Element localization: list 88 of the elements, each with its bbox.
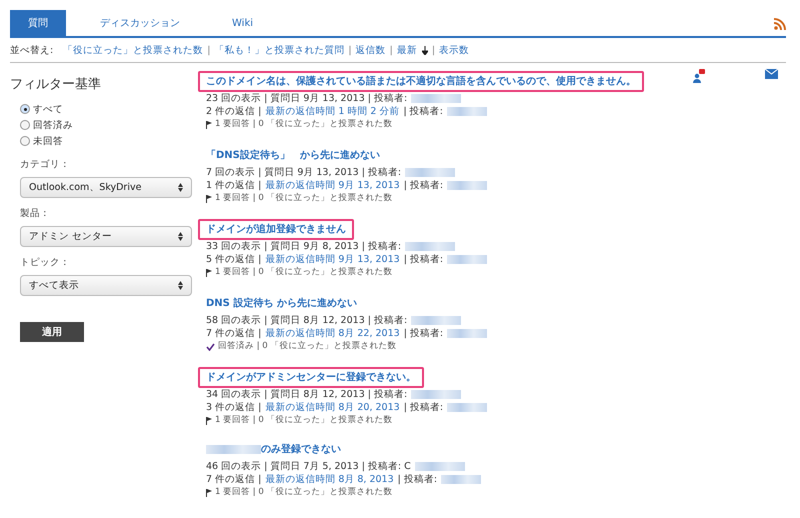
question-meta: 7 回の表示 | 質問日 9月 13, 2013 | 投稿者:	[206, 166, 402, 179]
sort-link[interactable]: 最新	[396, 44, 428, 56]
dropdown[interactable]: アドミン センター	[20, 226, 192, 247]
select-label: カテゴリ：	[20, 158, 71, 171]
flag-icon	[206, 194, 212, 202]
mail-icon[interactable]	[765, 69, 778, 79]
latest-reply-link[interactable]: 最新の返信時間 8月 8, 2013	[265, 473, 394, 486]
question-title-link[interactable]: DNS 設定待ち から先に進めない	[198, 293, 365, 314]
sort-down-icon	[422, 46, 428, 54]
question-meta: 34 回の表示 | 質問日 8月 12, 2013 | 投稿者:	[206, 388, 408, 401]
reply-count: 7 件の返信 |	[206, 327, 262, 340]
flag-icon	[206, 416, 212, 424]
tab[interactable]: ディスカッション	[82, 10, 198, 36]
radio-button[interactable]	[20, 136, 30, 146]
blurred-name	[414, 462, 465, 471]
sort-label: 並べ替え:	[10, 44, 54, 56]
flag-icon	[206, 120, 212, 128]
question-title-link[interactable]: ドメインが追加登録できません	[198, 219, 354, 240]
tab[interactable]: Wiki	[214, 10, 272, 36]
blurred-name	[411, 316, 462, 325]
sort-link[interactable]: 「私も！」と投票された質問	[214, 44, 344, 56]
question-meta: 33 回の表示 | 質問日 9月 8, 2013 | 投稿者:	[206, 240, 402, 253]
question-title-link[interactable]: このドメイン名は、保護されている語または不適切な言語を含んでいるので、使用できません。	[198, 71, 644, 92]
tab[interactable]: 質問	[10, 10, 66, 36]
question-title-link[interactable]: 「DNS設定待ち」 から先に進めない	[198, 145, 388, 166]
latest-reply-link[interactable]: 最新の返信時間 8月 20, 2013	[265, 401, 400, 414]
checkmark-icon	[206, 342, 215, 350]
reply-author-label: | 投稿者:	[398, 473, 438, 486]
status-text: 1 要回答 | 0 「役に立った」と投票された数	[215, 192, 392, 205]
question-meta: 23 回の表示 | 質問日 9月 13, 2013 | 投稿者:	[206, 92, 408, 105]
blurred-name	[447, 403, 488, 412]
question-title-link[interactable]: ドメインがアドミンセンターに登録できない。	[198, 367, 424, 388]
status-text: 1 要回答 | 0 「役に立った」と投票された数	[215, 118, 392, 131]
status-text: 1 要回答 | 0 「役に立った」と投票された数	[215, 414, 392, 427]
blurred-name	[447, 329, 488, 338]
question-title-link[interactable]: のみ登録できない	[198, 439, 349, 460]
reply-author-label: | 投稿者:	[404, 179, 444, 192]
separator: |	[348, 44, 352, 56]
blurred-name	[411, 390, 462, 399]
radio-button[interactable]	[20, 104, 30, 114]
select-label: 製品：	[20, 207, 51, 220]
separator: |	[432, 44, 436, 56]
blurred-name	[405, 242, 456, 251]
question-meta: 58 回の表示 | 質問日 8月 12, 2013 | 投稿者:	[206, 314, 408, 327]
flag-icon	[206, 488, 212, 496]
updown-arrows-icon	[178, 232, 183, 241]
radio-label: すべて	[33, 102, 63, 116]
blurred-name	[441, 475, 482, 484]
sort-link[interactable]: 「役に立った」と投票された数	[63, 44, 204, 56]
dropdown[interactable]: すべて表示	[20, 275, 192, 296]
separator: |	[207, 44, 210, 56]
apply-button[interactable]: 適用	[20, 322, 84, 342]
blurred-name	[447, 255, 488, 264]
sort-link[interactable]: 表示数	[439, 44, 470, 56]
radio-label: 回答済み	[33, 118, 73, 132]
blurred-name	[447, 181, 488, 190]
dropdown[interactable]: Outlook.com、SkyDrive	[20, 177, 192, 198]
reply-author-label: | 投稿者:	[403, 105, 443, 118]
filter-heading: フィルター基準	[10, 76, 102, 93]
reply-author-label: | 投稿者:	[404, 253, 444, 266]
latest-reply-link[interactable]: 最新の返信時間 9月 13, 2013	[265, 253, 400, 266]
reply-count: 2 件の返信 |	[206, 105, 262, 118]
reply-count: 1 件の返信 |	[206, 179, 262, 192]
radio-button[interactable]	[20, 120, 30, 130]
updown-arrows-icon	[178, 281, 183, 290]
status-text: 1 要回答 | 0 「役に立った」と投票された数	[215, 266, 392, 279]
latest-reply-link[interactable]: 最新の返信時間 1 時間 2 分前	[265, 105, 400, 118]
updown-arrows-icon	[178, 183, 183, 192]
reply-author-label: | 投稿者:	[404, 401, 444, 414]
status-text: 1 要回答 | 0 「役に立った」と投票された数	[215, 486, 392, 499]
question-meta: 46 回の表示 | 質問日 7月 5, 2013 | 投稿者: C	[206, 460, 411, 473]
status-text: 回答済み | 0 「役に立った」と投票された数	[218, 340, 396, 353]
radio-label: 未回答	[33, 134, 63, 148]
separator: |	[390, 44, 393, 56]
blurred-name	[446, 107, 487, 116]
rss-icon[interactable]	[774, 18, 786, 30]
blurred-name	[411, 94, 462, 103]
sort-link[interactable]: 返信数	[356, 44, 386, 56]
reply-count: 7 件の返信 |	[206, 473, 262, 486]
reply-count: 3 件の返信 |	[206, 401, 262, 414]
flag-icon	[206, 268, 212, 276]
select-label: トピック：	[20, 256, 71, 269]
latest-reply-link[interactable]: 最新の返信時間 9月 13, 2013	[265, 179, 400, 192]
latest-reply-link[interactable]: 最新の返信時間 8月 22, 2013	[265, 327, 400, 340]
reply-author-label: | 投稿者:	[404, 327, 444, 340]
user-message-icon[interactable]	[693, 69, 705, 83]
blurred-name	[405, 168, 456, 177]
reply-count: 5 件の返信 |	[206, 253, 262, 266]
